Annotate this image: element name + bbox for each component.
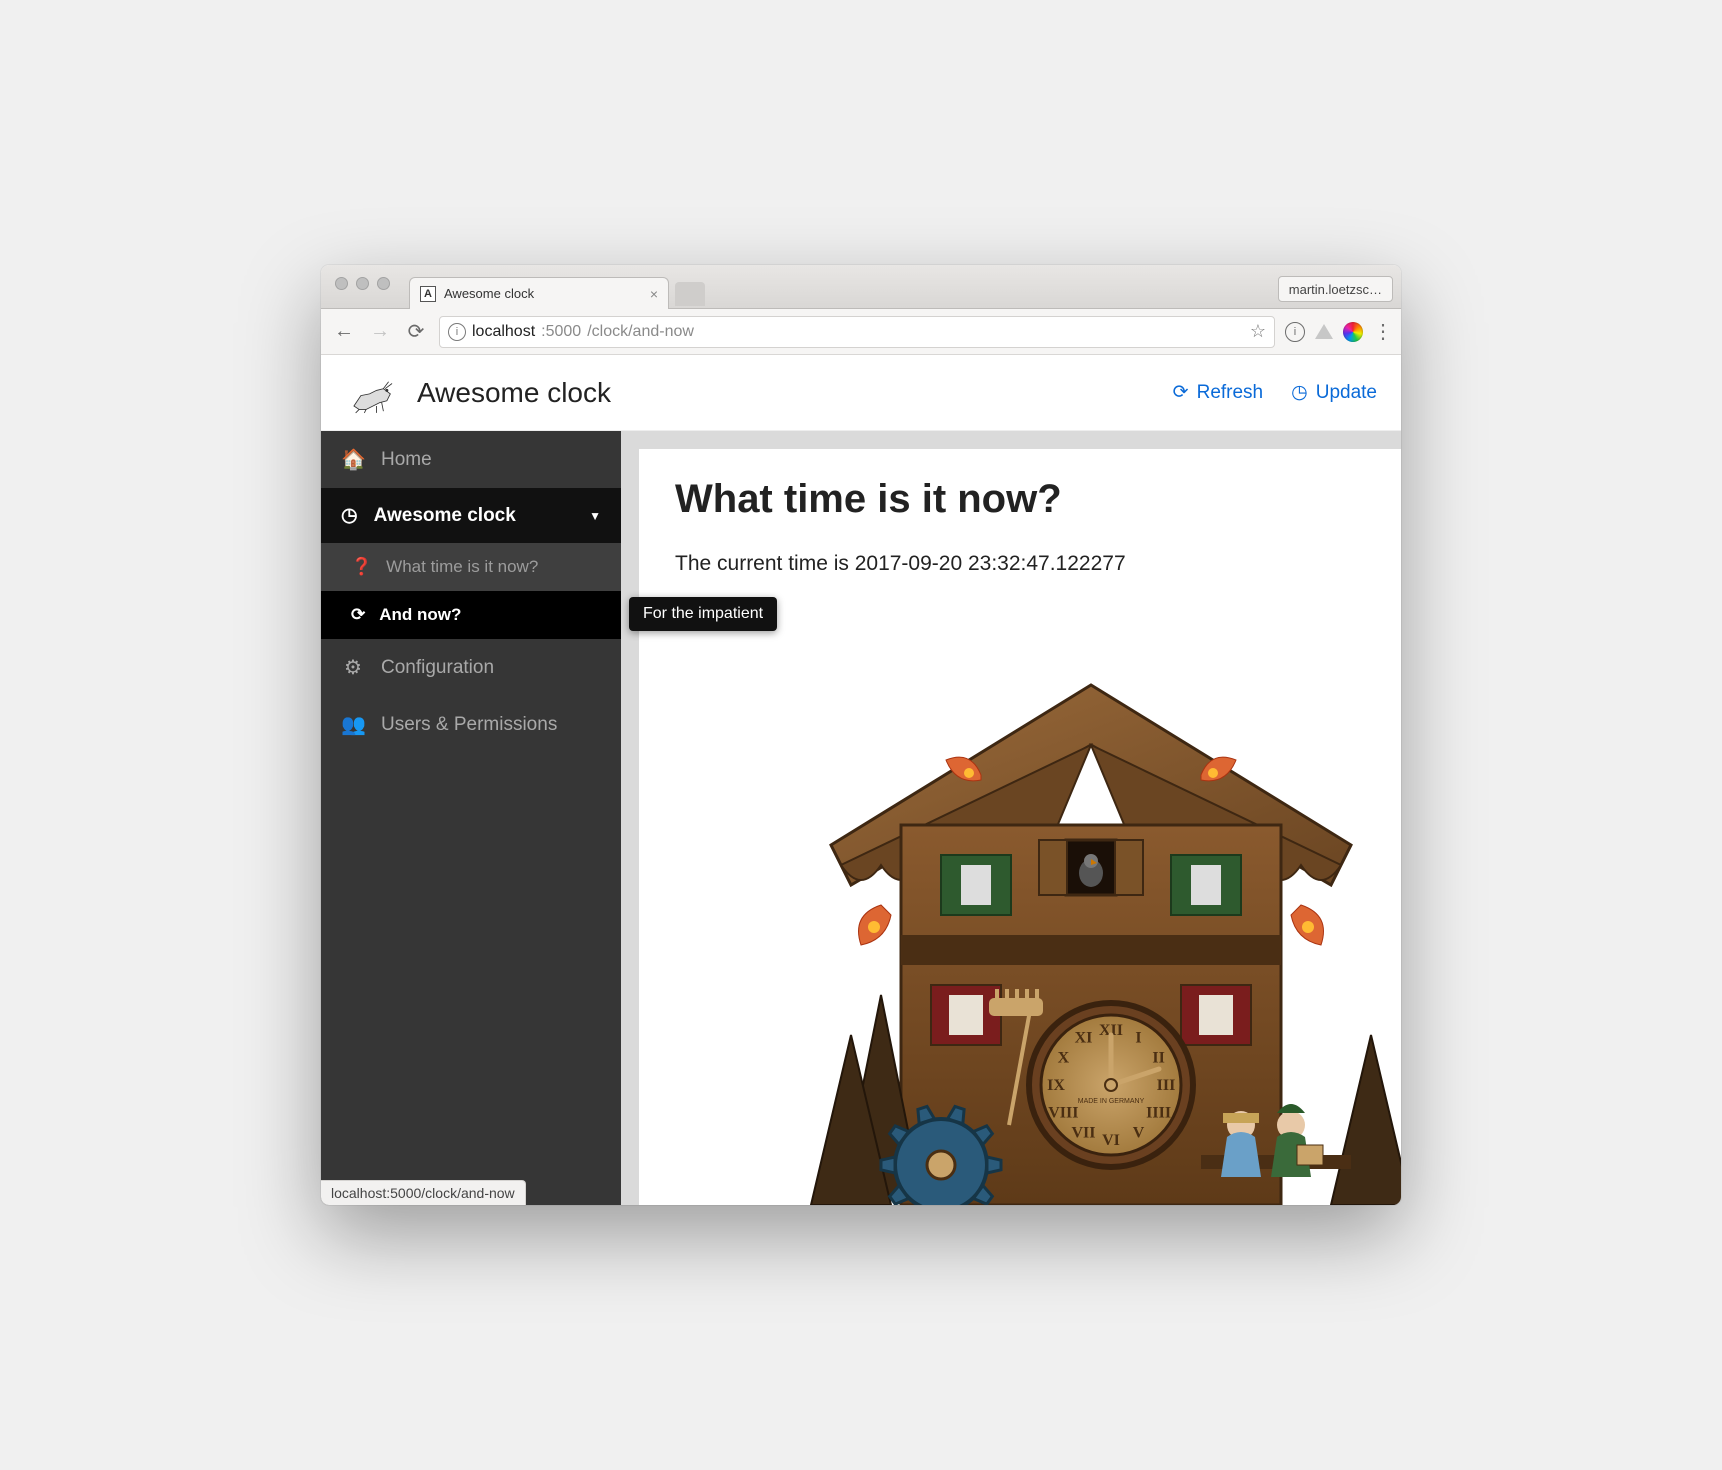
- users-icon: 👥: [341, 712, 365, 737]
- sidebar-label-and-now: And now?: [379, 605, 461, 625]
- window-controls: [335, 277, 390, 290]
- svg-text:VI: VI: [1102, 1132, 1120, 1149]
- address-bar[interactable]: i localhost :5000/clock/and-now ☆: [439, 316, 1275, 348]
- sidebar-item-home[interactable]: 🏠 Home: [321, 431, 621, 488]
- svg-text:III: III: [1157, 1077, 1176, 1094]
- tab-strip: A Awesome clock ×: [409, 265, 705, 308]
- site-info-icon[interactable]: i: [448, 323, 466, 341]
- browser-tab-active[interactable]: A Awesome clock ×: [409, 277, 669, 309]
- app-title: Awesome clock: [417, 377, 611, 409]
- url-host: localhost: [472, 323, 535, 341]
- sidebar-label-users: Users & Permissions: [381, 714, 557, 736]
- header-actions: ⟳ Refresh ◷ Update: [1173, 381, 1377, 404]
- new-tab-button[interactable]: [675, 282, 705, 306]
- clock-icon: ◷: [1291, 381, 1308, 404]
- refresh-button[interactable]: ⟳ Refresh: [1173, 381, 1263, 404]
- favicon-icon: A: [420, 286, 436, 302]
- profile-chip[interactable]: martin.loetzsc…: [1278, 276, 1393, 302]
- window-zoom-button[interactable]: [377, 277, 390, 290]
- sidebar-item-what-time[interactable]: ❓ What time is it now?: [321, 543, 621, 591]
- svg-text:II: II: [1152, 1050, 1164, 1067]
- svg-text:V: V: [1133, 1125, 1145, 1142]
- window-minimize-button[interactable]: [356, 277, 369, 290]
- question-icon: ❓: [351, 557, 372, 577]
- refresh-label: Refresh: [1197, 382, 1264, 404]
- clock-icon: ◷: [341, 504, 358, 527]
- sidebar: 🏠 Home ◷ Awesome clock ▼ ❓ What time is …: [321, 431, 621, 1205]
- url-port: :5000: [541, 323, 581, 341]
- sidebar-item-and-now[interactable]: ⟳ And now?: [321, 591, 621, 639]
- clock-center-label: MADE IN GERMANY: [1078, 1098, 1145, 1105]
- svg-text:IX: IX: [1047, 1077, 1065, 1094]
- sidebar-label-config: Configuration: [381, 657, 494, 679]
- update-button[interactable]: ◷ Update: [1291, 381, 1377, 404]
- sidebar-section-clock[interactable]: ◷ Awesome clock ▼: [321, 488, 621, 543]
- info-extension-icon[interactable]: i: [1285, 322, 1305, 342]
- app-logo-icon: [345, 369, 401, 417]
- sidebar-section-label: Awesome clock: [374, 505, 516, 527]
- refresh-icon: ⟳: [351, 605, 365, 625]
- svg-text:XI: XI: [1075, 1029, 1093, 1046]
- svg-text:VIII: VIII: [1048, 1105, 1078, 1122]
- window-close-button[interactable]: [335, 277, 348, 290]
- browser-menu-button[interactable]: ⋮: [1373, 319, 1391, 344]
- current-time-text: The current time is 2017-09-20 23:32:47.…: [675, 552, 1365, 576]
- browser-window: A Awesome clock × martin.loetzsc… ← → ⟳ …: [321, 265, 1401, 1205]
- home-icon: 🏠: [341, 447, 365, 472]
- color-extension-icon[interactable]: [1343, 322, 1363, 342]
- svg-text:IIII: IIII: [1146, 1105, 1171, 1122]
- drive-extension-icon[interactable]: [1315, 324, 1333, 339]
- reload-button[interactable]: ⟳: [403, 319, 429, 344]
- refresh-icon: ⟳: [1173, 381, 1189, 404]
- cuckoo-clock-image: XIIIIIIIIIIIIVVIVIIVIIIIXXXI MADE IN GER…: [771, 655, 1401, 1205]
- tab-title: Awesome clock: [444, 286, 642, 301]
- sidebar-item-configuration[interactable]: ⚙ Configuration: [321, 639, 621, 696]
- sidebar-label-home: Home: [381, 449, 432, 471]
- sidebar-label-what-time: What time is it now?: [386, 557, 538, 577]
- svg-text:X: X: [1058, 1050, 1070, 1067]
- back-button[interactable]: ←: [331, 320, 357, 343]
- tooltip: For the impatient: [629, 597, 777, 631]
- caret-down-icon: ▼: [589, 509, 601, 523]
- url-path: /clock/and-now: [587, 323, 694, 341]
- browser-toolbar: ← → ⟳ i localhost :5000/clock/and-now ☆ i…: [321, 309, 1401, 355]
- status-bar: localhost:5000/clock/and-now: [321, 1180, 526, 1205]
- svg-text:VII: VII: [1071, 1125, 1095, 1142]
- forward-button[interactable]: →: [367, 320, 393, 343]
- content-area: What time is it now? The current time is…: [621, 431, 1401, 1205]
- app-header: Awesome clock ⟳ Refresh ◷ Update: [321, 355, 1401, 431]
- content-panel: What time is it now? The current time is…: [639, 449, 1401, 1205]
- window-titlebar: A Awesome clock × martin.loetzsc…: [321, 265, 1401, 309]
- app-body: 🏠 Home ◷ Awesome clock ▼ ❓ What time is …: [321, 431, 1401, 1205]
- sidebar-item-users[interactable]: 👥 Users & Permissions: [321, 696, 621, 753]
- page-heading: What time is it now?: [675, 477, 1365, 522]
- svg-text:I: I: [1135, 1029, 1141, 1046]
- update-label: Update: [1316, 382, 1377, 404]
- gears-icon: ⚙: [341, 655, 365, 680]
- bookmark-star-icon[interactable]: ☆: [1250, 321, 1266, 342]
- tab-close-button[interactable]: ×: [650, 286, 658, 302]
